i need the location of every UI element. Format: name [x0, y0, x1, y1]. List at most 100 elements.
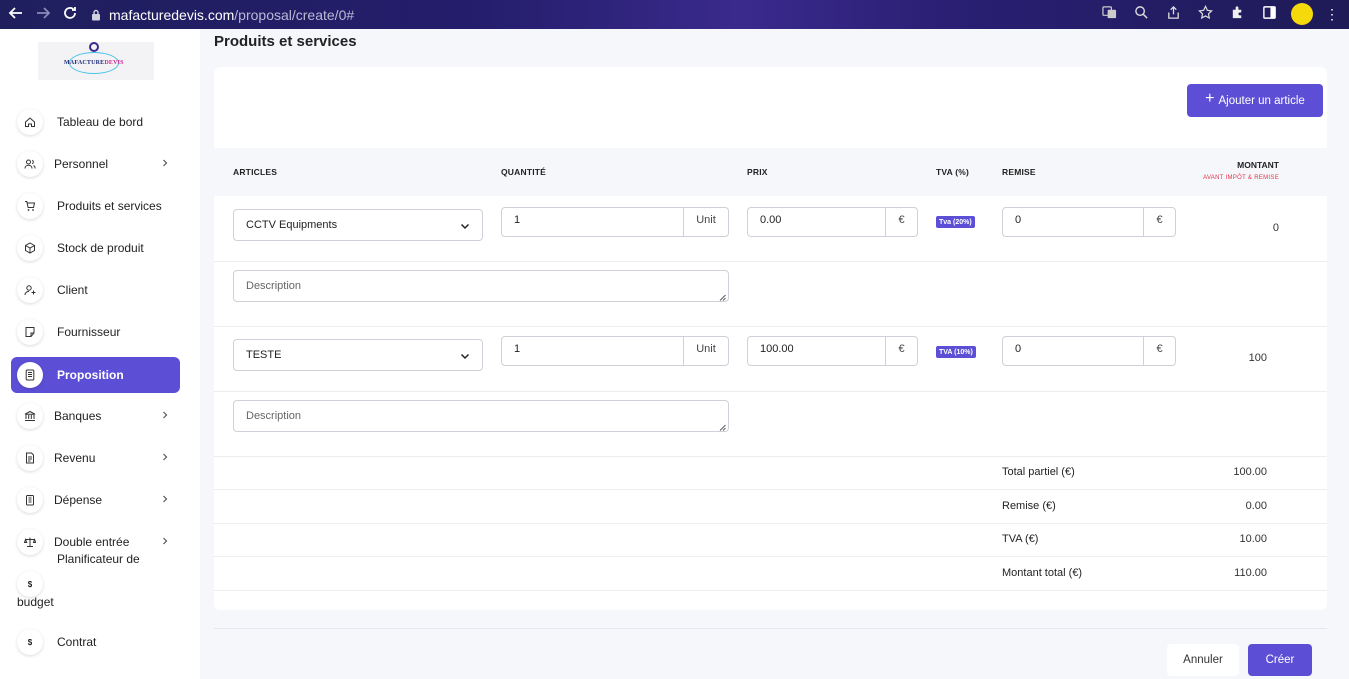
note-icon — [17, 319, 43, 345]
resize-grip-icon[interactable] — [719, 422, 726, 431]
discount-group: 0 € — [1002, 207, 1176, 237]
header-articles: ARTICLES — [233, 167, 278, 177]
row-divider — [214, 391, 1327, 392]
sidebar-item-label: Double entrée — [54, 535, 130, 549]
header-quantity: QUANTITÉ — [501, 167, 547, 177]
arrow-left-icon — [8, 5, 24, 24]
sidebar-item-dashboard[interactable]: Tableau de bord — [11, 104, 180, 140]
quantity-input[interactable]: 1 — [501, 336, 684, 366]
cancel-button[interactable]: Annuler — [1167, 644, 1239, 676]
money-icon: $ — [17, 629, 43, 655]
quantity-input[interactable]: 1 — [501, 207, 684, 237]
cart-icon — [17, 193, 43, 219]
discount-currency-addon: € — [1144, 207, 1176, 237]
profile-avatar[interactable] — [1291, 3, 1313, 25]
sidebar-item-client[interactable]: Client — [11, 272, 180, 308]
user-plus-icon — [17, 277, 43, 303]
zoom-icon — [1134, 5, 1149, 23]
price-group: 100.00 € — [747, 336, 918, 366]
bookmark-button[interactable] — [1195, 4, 1215, 24]
zoom-button[interactable] — [1131, 4, 1151, 24]
chevron-down-icon — [460, 221, 470, 231]
subtotal-label: Total partiel (€) — [1002, 466, 1075, 478]
price-input[interactable]: 100.00 — [747, 336, 886, 366]
sidebar-item-label: Dépense — [54, 493, 103, 507]
sidebar-item-label: Proposition — [57, 368, 124, 382]
translate-button[interactable] — [1099, 4, 1119, 24]
header-price: PRIX — [747, 167, 768, 177]
bank-icon — [17, 403, 43, 429]
sidebar-item-label: Personnel — [54, 157, 109, 171]
quantity-group: 1 Unit — [501, 336, 729, 366]
page-title: Produits et services — [214, 33, 357, 50]
logo-dot — [89, 42, 99, 52]
header-amount: MONTANT AVANT IMPÔT & REMISE — [1203, 160, 1279, 181]
chevron-right-icon — [160, 494, 170, 504]
extensions-button[interactable] — [1227, 4, 1247, 24]
header-discount: REMISE — [1002, 167, 1036, 177]
share-button[interactable] — [1163, 4, 1183, 24]
add-article-button[interactable]: + Ajouter un article — [1187, 84, 1323, 117]
money-icon: $ — [17, 571, 43, 597]
chevron-right-icon — [160, 410, 170, 420]
resize-grip-icon[interactable] — [719, 292, 726, 301]
lock-icon — [91, 9, 101, 21]
users-icon — [17, 151, 43, 177]
chevron-right-icon — [160, 452, 170, 462]
price-group: 0.00 € — [747, 207, 918, 237]
currency-addon: € — [886, 336, 918, 366]
sidebar-item-label-wrap: budget — [17, 595, 54, 609]
sidebar-item-label: Contrat — [57, 635, 97, 649]
home-icon — [17, 109, 43, 135]
unit-addon: Unit — [684, 207, 729, 237]
address-bar[interactable]: mafacturedevis.com/proposal/create/0# — [91, 7, 354, 23]
vat-total-label: TVA (€) — [1002, 533, 1039, 545]
table-header: ARTICLES QUANTITÉ PRIX TVA (%) REMISE MO… — [214, 148, 1327, 196]
reload-icon — [62, 5, 78, 24]
row-divider — [214, 326, 1327, 327]
sidebar-item-label: Fournisseur — [57, 325, 121, 339]
discount-total-value: 0.00 — [1245, 500, 1267, 512]
sidebar-item-expense[interactable]: Dépense — [11, 482, 180, 518]
vat-badge: Tva (20%) — [936, 216, 975, 228]
chevron-right-icon — [160, 536, 170, 546]
sidebar-item-stock[interactable]: Stock de produit — [11, 230, 180, 266]
sidebar-item-contract[interactable]: $ Contrat — [11, 624, 180, 660]
sidebar-item-revenue[interactable]: Revenu — [11, 440, 180, 476]
description-textarea[interactable]: Description — [233, 270, 729, 302]
browser-toolbar: mafacturedevis.com/proposal/create/0# ⋮ — [0, 0, 1349, 29]
create-button[interactable]: Créer — [1248, 644, 1312, 676]
quantity-group: 1 Unit — [501, 207, 729, 237]
footer-divider — [214, 628, 1327, 629]
discount-currency-addon: € — [1144, 336, 1176, 366]
sidebar-item-products[interactable]: Produits et services — [11, 188, 180, 224]
sidebar-item-banks[interactable]: Banques — [11, 398, 180, 434]
discount-input[interactable]: 0 — [1002, 207, 1144, 237]
items-card: + Ajouter un article ARTICLES QUANTITÉ P… — [214, 67, 1327, 610]
price-input[interactable]: 0.00 — [747, 207, 886, 237]
row-amount: 0 — [1272, 222, 1279, 234]
sidepanel-button[interactable] — [1259, 4, 1279, 24]
box-icon — [17, 235, 43, 261]
row-divider — [214, 590, 1327, 591]
app-logo[interactable]: MAFACTUREDEVIS — [38, 42, 154, 80]
translate-icon — [1101, 5, 1117, 23]
sidebar-item-label: Client — [57, 283, 88, 297]
article-select[interactable]: CCTV Equipments — [233, 209, 483, 241]
sidebar-item-personnel[interactable]: Personnel — [11, 146, 180, 182]
browser-menu-button[interactable]: ⋮ — [1325, 7, 1339, 21]
discount-total-label: Remise (€) — [1002, 500, 1056, 512]
forward-button[interactable] — [32, 4, 54, 26]
plus-icon: + — [1205, 90, 1215, 107]
sidebar-item-supplier[interactable]: Fournisseur — [11, 314, 180, 350]
discount-input[interactable]: 0 — [1002, 336, 1144, 366]
receipt-icon — [17, 487, 43, 513]
sidebar-item-proposal[interactable]: Proposition — [11, 357, 180, 393]
logo-text: MAFACTUREDEVIS — [64, 60, 124, 66]
article-select[interactable]: TESTE — [233, 339, 483, 371]
arrow-right-icon — [35, 5, 51, 24]
discount-group: 0 € — [1002, 336, 1176, 366]
description-textarea[interactable]: Description — [233, 400, 729, 432]
reload-button[interactable] — [59, 4, 81, 26]
back-button[interactable] — [5, 4, 27, 26]
